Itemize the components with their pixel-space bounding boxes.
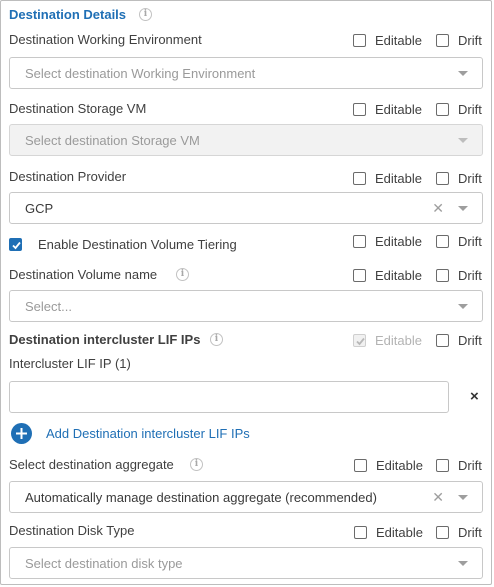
chevron-down-icon[interactable] [458, 71, 468, 76]
lif-ip-sublabel: Intercluster LIF IP (1) [9, 356, 131, 371]
tiering-editable-label: Editable [375, 234, 422, 249]
volume-name-editable-label: Editable [375, 268, 422, 283]
lif-ips-editable-checkbox [353, 334, 366, 347]
chevron-down-icon[interactable] [458, 304, 468, 309]
aggregate-select[interactable]: Automatically manage destination aggrega… [9, 481, 483, 513]
lif-ips-label: Destination intercluster LIF IPs [9, 332, 201, 347]
section-title: Destination Details [9, 7, 127, 22]
tiering-label: Enable Destination Volume Tiering [38, 237, 237, 252]
provider-editable-checkbox[interactable] [353, 172, 366, 185]
disk-type-editable-checkbox[interactable] [354, 526, 367, 539]
disk-type-drift-checkbox[interactable] [436, 526, 449, 539]
aggregate-drift-checkbox[interactable] [436, 459, 449, 472]
aggregate-editable-label: Editable [376, 458, 423, 473]
tiering-drift-checkbox[interactable] [436, 235, 449, 248]
storage-vm-select: Select destination Storage VM [9, 124, 483, 156]
info-icon[interactable]: i [139, 8, 152, 21]
storage-vm-editable-label: Editable [375, 102, 422, 117]
tiering-editable-checkbox[interactable] [353, 235, 366, 248]
chevron-down-icon[interactable] [458, 561, 468, 566]
volume-name-label: Destination Volume name [9, 267, 158, 282]
provider-value: GCP [25, 201, 54, 216]
storage-vm-drift-checkbox[interactable] [436, 103, 449, 116]
aggregate-editable-checkbox[interactable] [354, 459, 367, 472]
volume-name-drift-label: Drift [458, 268, 482, 283]
add-lif-ip-link[interactable]: Add Destination intercluster LIF IPs [46, 426, 250, 442]
lif-ips-editable-label: Editable [375, 333, 422, 348]
tiering-drift-label: Drift [458, 234, 482, 249]
lif-ips-drift-label: Drift [458, 333, 482, 348]
chevron-down-icon[interactable] [458, 206, 468, 211]
lif-ips-drift-checkbox[interactable] [436, 334, 449, 347]
volume-name-drift-checkbox[interactable] [436, 269, 449, 282]
storage-vm-drift-label: Drift [458, 102, 482, 117]
clear-icon[interactable]: ✕ [432, 489, 444, 505]
storage-vm-editable-checkbox[interactable] [353, 103, 366, 116]
clear-icon[interactable]: ✕ [432, 200, 444, 216]
working-env-drift-label: Drift [458, 33, 482, 48]
disk-type-label: Destination Disk Type [9, 523, 135, 538]
aggregate-drift-label: Drift [458, 458, 482, 473]
plus-icon [16, 428, 27, 439]
disk-type-placeholder: Select destination disk type [25, 556, 183, 571]
info-icon[interactable]: i [176, 268, 189, 281]
tiering-checkbox[interactable] [9, 238, 22, 251]
provider-select[interactable]: GCP ✕ [9, 192, 483, 224]
volume-name-editable-checkbox[interactable] [353, 269, 366, 282]
chevron-down-icon [458, 138, 468, 143]
storage-vm-placeholder: Select destination Storage VM [25, 133, 200, 148]
working-env-editable-checkbox[interactable] [353, 34, 366, 47]
working-env-label: Destination Working Environment [9, 32, 202, 47]
working-env-drift-checkbox[interactable] [436, 34, 449, 47]
provider-label: Destination Provider [9, 169, 127, 184]
working-env-placeholder: Select destination Working Environment [25, 66, 256, 81]
disk-type-drift-label: Drift [458, 525, 482, 540]
checkmark-icon [356, 337, 365, 346]
volume-name-placeholder: Select... [25, 299, 72, 314]
lif-ip-input[interactable] [9, 381, 449, 413]
storage-vm-label: Destination Storage VM [9, 101, 147, 116]
checkmark-icon [12, 241, 21, 250]
aggregate-value: Automatically manage destination aggrega… [25, 490, 377, 505]
info-icon[interactable]: i [210, 333, 223, 346]
working-env-select[interactable]: Select destination Working Environment [9, 57, 483, 89]
provider-editable-label: Editable [375, 171, 422, 186]
aggregate-label: Select destination aggregate [9, 457, 174, 472]
destination-details-panel: Destination Details i Destination Workin… [0, 0, 492, 585]
disk-type-select[interactable]: Select destination disk type [9, 547, 483, 579]
working-env-editable-label: Editable [375, 33, 422, 48]
info-icon[interactable]: i [190, 458, 203, 471]
disk-type-editable-label: Editable [376, 525, 423, 540]
volume-name-select[interactable]: Select... [9, 290, 483, 322]
provider-drift-label: Drift [458, 171, 482, 186]
remove-lif-ip-close-icon[interactable]: × [470, 389, 479, 405]
provider-drift-checkbox[interactable] [436, 172, 449, 185]
chevron-down-icon[interactable] [458, 495, 468, 500]
plus-circle-icon[interactable] [11, 423, 32, 444]
